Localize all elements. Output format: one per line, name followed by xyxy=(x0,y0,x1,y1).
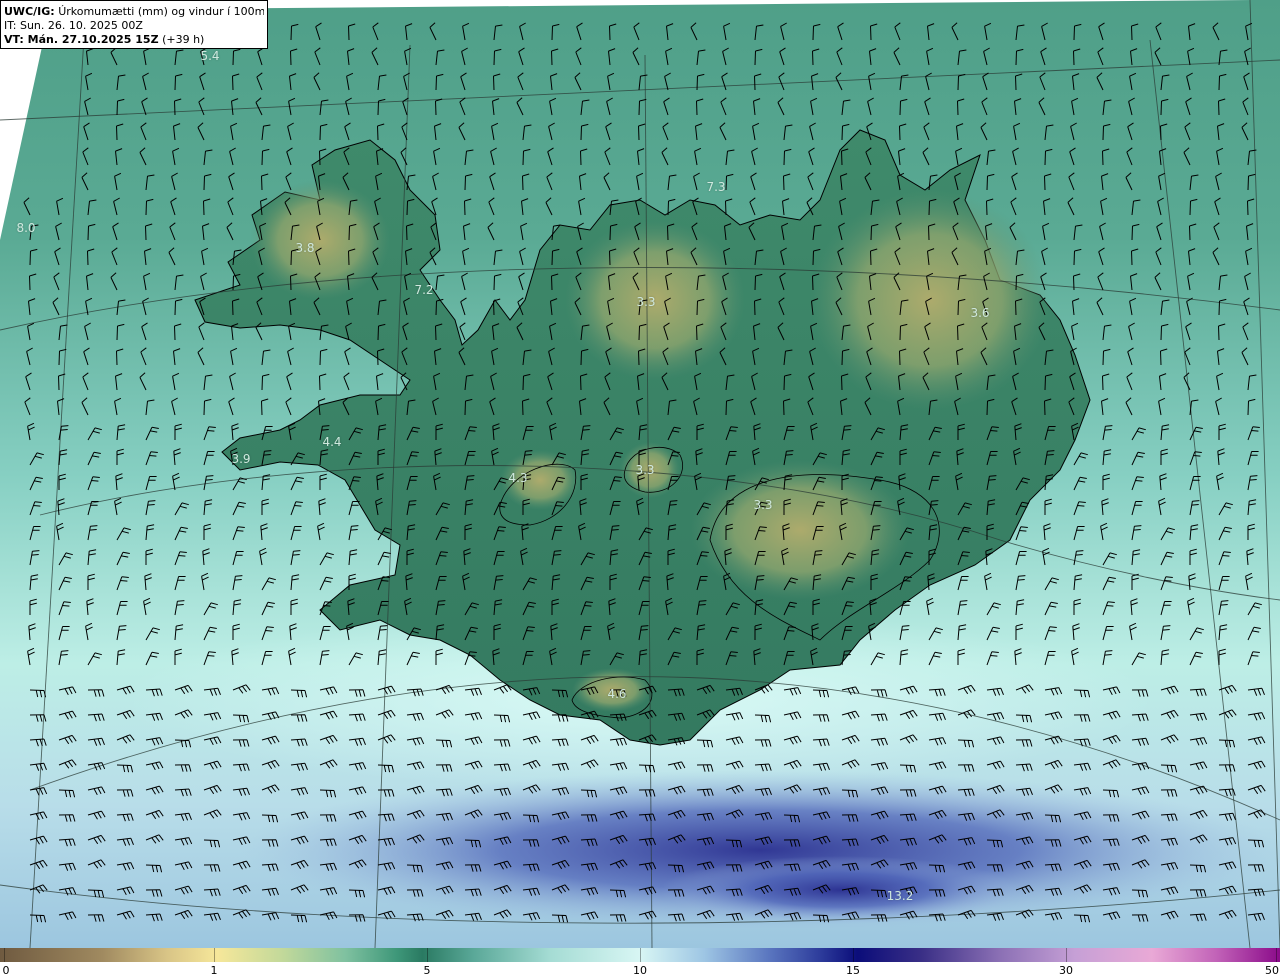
colorbar-tick-mark xyxy=(853,948,854,962)
lead-time: (+39 h) xyxy=(162,33,205,46)
map-value-label: 8.0 xyxy=(16,221,36,235)
product-label: UWC/IG: xyxy=(4,5,55,18)
colorbar-tick-label: 1 xyxy=(210,964,218,977)
highland-north-east xyxy=(810,190,1050,410)
heavy-precip-core xyxy=(660,856,1020,924)
map-value-label: 5.4 xyxy=(200,49,220,63)
title-line: UWC/IG: Úrkomumætti (mm) og vindur í 100… xyxy=(4,5,264,19)
map-value-label: 3.9 xyxy=(231,452,251,466)
map-value-label: 4.3 xyxy=(508,471,528,485)
valid-time-line: VT: Mán. 27.10.2025 15Z (+39 h) xyxy=(4,33,264,47)
colorbar-tick-mark xyxy=(427,948,428,962)
colorbar-tick-mark xyxy=(4,948,5,962)
colorbar-tick-label: 5 xyxy=(423,964,431,977)
map-value-label: 3.8 xyxy=(295,241,315,255)
colorbar-tick-label: 50 xyxy=(1265,964,1279,977)
map-title-box: UWC/IG: Úrkomumætti (mm) og vindur í 100… xyxy=(0,0,268,49)
colorbar-tick-label: 30 xyxy=(1059,964,1073,977)
colorbar-tick-label: 10 xyxy=(633,964,647,977)
map-value-label: 3.6 xyxy=(970,306,990,320)
init-time: IT: Sun. 26. 10. 2025 00Z xyxy=(4,19,143,32)
map-value-label: 7.3 xyxy=(706,180,726,194)
map-value-label: 7.2 xyxy=(414,283,434,297)
map-value-label: 3.3 xyxy=(636,295,656,309)
colorbar-tick-mark xyxy=(1066,948,1067,962)
valid-time: VT: Mán. 27.10.2025 15Z xyxy=(4,33,159,46)
map-area: 5.4 8.0 3.8 7.2 7.3 3.3 3.6 4.4 3.9 4.3 3.3 3.3 4.6 1… xyxy=(0,0,1280,948)
map-value-label: 3.3 xyxy=(635,463,655,477)
map-title: Úrkomumætti (mm) og vindur í 100m hæð xyxy=(58,5,264,18)
colorbar-tick-mark xyxy=(640,948,641,962)
map-value-label: 4.4 xyxy=(322,435,342,449)
map-value-label: 4.6 xyxy=(607,687,627,701)
colorbar-tick-mark xyxy=(1276,948,1277,962)
colorbar-tick-label: 0 xyxy=(2,964,10,977)
map-value-label: 13.2 xyxy=(886,889,914,903)
colorbar-tick-mark xyxy=(214,948,215,962)
map-value-label: 3.3 xyxy=(753,498,773,512)
colorbar-tick-label: 15 xyxy=(846,964,860,977)
colorbar-labels: 0 1 5 10 15 30 50 xyxy=(0,962,1280,978)
